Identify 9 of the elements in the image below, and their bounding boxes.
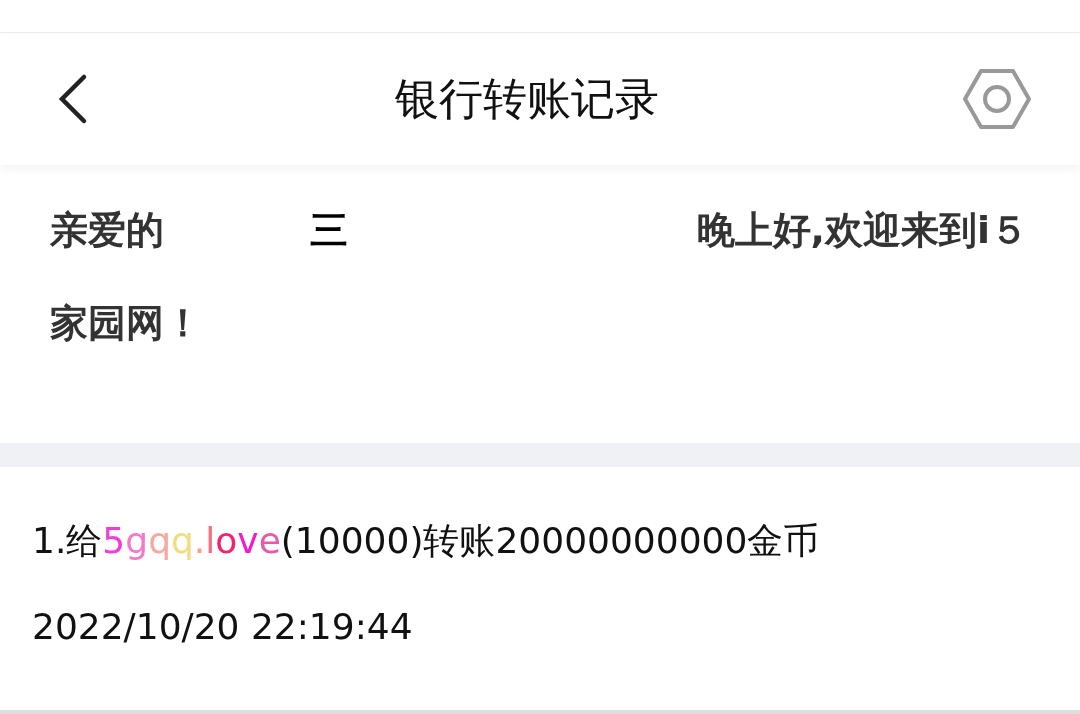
greeting-text: 晚上好,欢迎来到i５ [696, 207, 1028, 254]
transfer-record-text: 1.给5gqq.love(10000)转账20000000000金币 [32, 519, 821, 563]
settings-icon [962, 68, 1032, 130]
transfer-time: 2022/10/20 22:19:44 [32, 606, 414, 647]
username: 三 [310, 207, 348, 254]
page-title: 银行转账记录 [395, 71, 659, 126]
settings-button[interactable] [962, 68, 1032, 130]
greeting-text: 亲爱的 [50, 207, 164, 254]
greeting-text: 家园网！ [50, 300, 202, 347]
